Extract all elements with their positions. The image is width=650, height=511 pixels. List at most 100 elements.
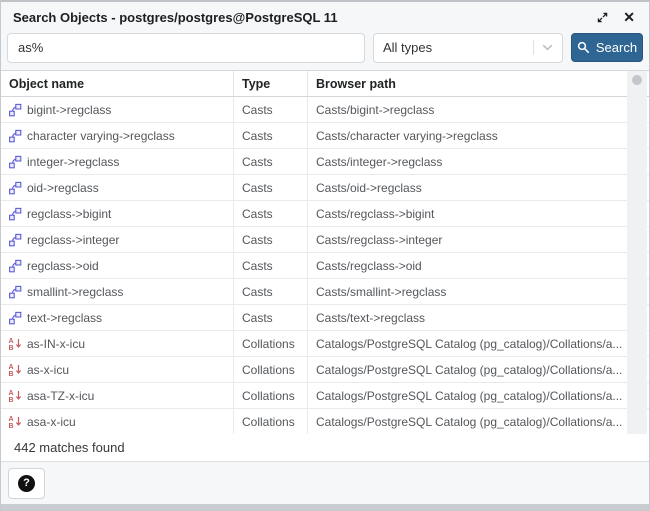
type-cell: Collations <box>234 357 308 382</box>
object-name-label: text->regclass <box>27 311 102 325</box>
close-button[interactable]: ✕ <box>621 8 637 26</box>
object-name-cell: regclass->bigint <box>1 201 234 226</box>
type-cell: Casts <box>234 305 308 330</box>
browser-path-cell: Catalogs/PostgreSQL Catalog (pg_catalog)… <box>308 331 649 356</box>
type-cell: Casts <box>234 253 308 278</box>
object-name-label: as-IN-x-icu <box>27 337 85 351</box>
column-header-browser-path[interactable]: Browser path <box>308 71 649 96</box>
type-cell: Collations <box>234 331 308 356</box>
object-name-cell: AB asa-TZ-x-icu <box>1 383 234 408</box>
browser-path-cell: Casts/oid->regclass <box>308 175 649 200</box>
table-row[interactable]: regclass->integer CastsCasts/regclass->in… <box>1 227 649 253</box>
help-icon: ? <box>18 475 35 492</box>
object-name-cell: oid->regclass <box>1 175 234 200</box>
type-cell: Casts <box>234 279 308 304</box>
expand-icon <box>596 11 609 24</box>
close-icon: ✕ <box>623 10 635 24</box>
cast-icon <box>8 155 22 169</box>
status-bar: 442 matches found <box>1 434 649 462</box>
cast-icon <box>8 259 22 273</box>
table-row[interactable]: text->regclass CastsCasts/text->regclass <box>1 305 649 331</box>
type-cell: Collations <box>234 383 308 408</box>
browser-path-cell: Casts/regclass->oid <box>308 253 649 278</box>
table-row[interactable]: oid->regclass CastsCasts/oid->regclass <box>1 175 649 201</box>
type-cell: Casts <box>234 175 308 200</box>
help-button[interactable]: ? <box>8 468 45 499</box>
search-button[interactable]: Search <box>571 33 643 62</box>
object-name-cell: integer->regclass <box>1 149 234 174</box>
search-icon <box>577 41 590 54</box>
cast-icon <box>8 233 22 247</box>
table-row[interactable]: AB asa-x-icu CollationsCatalogs/PostgreSQL… <box>1 409 649 434</box>
cast-icon <box>8 207 22 221</box>
search-button-label: Search <box>596 40 637 55</box>
svg-text:B: B <box>9 423 14 429</box>
grid-header: Object name Type Browser path <box>1 71 649 97</box>
browser-path-cell: Casts/regclass->bigint <box>308 201 649 226</box>
svg-text:B: B <box>9 345 14 351</box>
object-name-label: character varying->regclass <box>27 129 175 143</box>
titlebar: Search Objects - postgres/postgres@Postg… <box>1 2 649 32</box>
search-objects-dialog: Search Objects - postgres/postgres@Postg… <box>0 0 650 511</box>
table-row[interactable]: regclass->oidCastsCasts/regclass->oid <box>1 253 649 279</box>
scrollbar-thumb[interactable] <box>632 75 642 85</box>
expand-button[interactable] <box>594 9 611 26</box>
browser-path-cell: Catalogs/PostgreSQL Catalog (pg_catalog)… <box>308 357 649 382</box>
type-cell: Casts <box>234 227 308 252</box>
object-name-cell: bigint->regclass <box>1 97 234 122</box>
object-name-label: as-x-icu <box>27 363 69 377</box>
cast-icon <box>8 285 22 299</box>
collation-icon: AB <box>8 388 22 403</box>
grid-body: bigint->regclassCastsCasts/bigint->regcl… <box>1 97 649 434</box>
table-row[interactable]: ABas-IN-x-icuCollationsCatalogs/PostgreS… <box>1 331 649 357</box>
cast-icon <box>8 129 22 143</box>
table-row[interactable]: AB as-x-icu CollationsCatalogs/PostgreSQL … <box>1 357 649 383</box>
browser-path-cell: Casts/regclass->integer <box>308 227 649 252</box>
table-row[interactable]: regclass->bigintCastsCasts/regclass->big… <box>1 201 649 227</box>
browser-path-cell: Catalogs/PostgreSQL Catalog (pg_catalog)… <box>308 409 649 434</box>
object-name-label: asa-TZ-x-icu <box>27 389 94 403</box>
object-name-cell: smallint->regclass <box>1 279 234 304</box>
vertical-scrollbar[interactable] <box>627 71 647 434</box>
search-input[interactable] <box>7 33 365 63</box>
type-cell: Casts <box>234 201 308 226</box>
object-name-cell: AB asa-x-icu <box>1 409 234 434</box>
search-bar: All types Search <box>1 32 649 70</box>
object-name-cell: regclass->integer <box>1 227 234 252</box>
type-cell: Casts <box>234 149 308 174</box>
cast-icon <box>8 181 22 195</box>
object-name-label: oid->regclass <box>27 181 99 195</box>
column-header-object-name[interactable]: Object name <box>1 71 234 96</box>
collation-icon: AB <box>8 336 22 351</box>
object-name-cell: character varying->regclass <box>1 123 234 148</box>
object-name-cell: regclass->oid <box>1 253 234 278</box>
cast-icon <box>8 311 22 325</box>
svg-text:A: A <box>9 338 14 345</box>
browser-path-cell: Casts/bigint->regclass <box>308 97 649 122</box>
browser-path-cell: Casts/smallint->regclass <box>308 279 649 304</box>
type-cell: Collations <box>234 409 308 434</box>
select-divider <box>533 40 534 55</box>
object-name-label: regclass->integer <box>27 233 119 247</box>
table-row[interactable]: AB asa-TZ-x-icu CollationsCatalogs/Postgre… <box>1 383 649 409</box>
collation-icon: AB <box>8 414 22 429</box>
table-row[interactable]: bigint->regclass CastsCasts/bigint->regcl… <box>1 97 649 123</box>
table-row[interactable]: integer->regclassCastsCasts/integer->reg… <box>1 149 649 175</box>
object-name-label: bigint->regclass <box>27 103 111 117</box>
matches-found-text: 442 matches found <box>14 440 125 455</box>
table-row[interactable]: smallint->regclassCastsCasts/smallint->r… <box>1 279 649 305</box>
type-filter-select[interactable]: All types <box>373 33 563 63</box>
svg-text:B: B <box>9 397 14 403</box>
dialog-bottom-edge <box>1 504 649 510</box>
object-name-label: asa-x-icu <box>27 415 76 429</box>
object-name-cell: text->regclass <box>1 305 234 330</box>
collation-icon: AB <box>8 362 22 377</box>
browser-path-cell: Casts/character varying->regclass <box>308 123 649 148</box>
column-header-type[interactable]: Type <box>234 71 308 96</box>
results-grid: Object name Type Browser path bigint->re… <box>1 70 649 434</box>
chevron-down-icon <box>542 44 553 51</box>
type-cell: Casts <box>234 97 308 122</box>
table-row[interactable]: character varying->regclassCastsCasts/ch… <box>1 123 649 149</box>
browser-path-cell: Catalogs/PostgreSQL Catalog (pg_catalog)… <box>308 383 649 408</box>
browser-path-cell: Casts/text->regclass <box>308 305 649 330</box>
